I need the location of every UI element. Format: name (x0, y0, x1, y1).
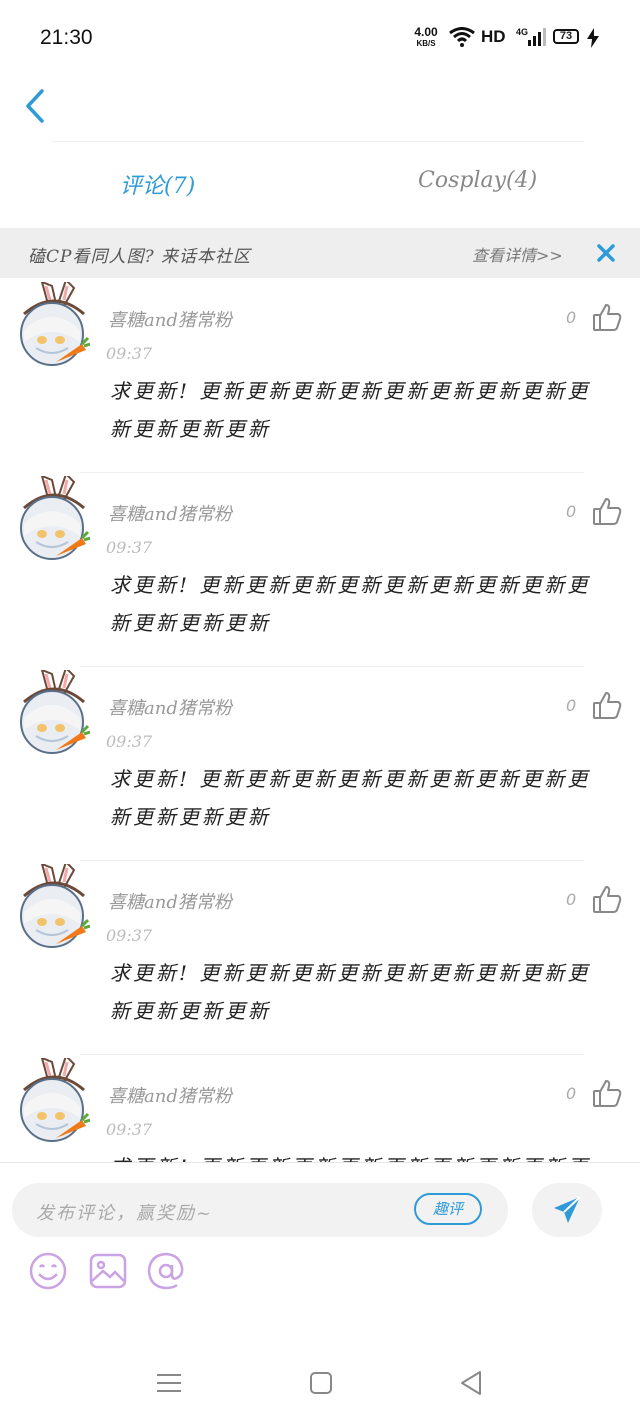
status-bar: 21:30 4.00 KB/S HD 4G 73 (0, 0, 640, 78)
image-icon (89, 1253, 127, 1289)
back-icon (26, 89, 44, 123)
banner-text: 磕CP看同人图? 来话本社区 (28, 247, 251, 267)
back-button[interactable] (22, 88, 50, 124)
thumbs-up-icon[interactable] (592, 690, 622, 720)
comment-text: 求更新! 更新更新更新更新更新更新更新更新更新更新更新更新 (110, 961, 591, 1023)
emoji-button[interactable] (28, 1251, 68, 1291)
battery-level: 73 (553, 29, 579, 44)
home-button[interactable] (306, 1368, 336, 1398)
like-count: 0 (566, 502, 577, 521)
close-icon (597, 244, 615, 262)
avatar[interactable] (18, 278, 91, 368)
avatar[interactable] (18, 472, 91, 562)
wifi-icon (449, 27, 475, 51)
like-count: 0 (566, 308, 577, 327)
network-speed: 4.00 KB/S (410, 25, 442, 49)
mention-button[interactable] (146, 1251, 186, 1291)
comment-input[interactable]: 发布评论，赢奖励~ 趣评 (12, 1183, 508, 1237)
comment-divider (80, 472, 584, 473)
thumbs-up-icon[interactable] (592, 302, 622, 332)
system-nav-bar (0, 1342, 640, 1422)
comment-item[interactable]: 喜糖and猪常粉 09:37 求更新! 更新更新更新更新更新更新更新更新更新更新… (0, 666, 640, 862)
comment-username[interactable]: 喜糖and猪常粉 (108, 694, 232, 720)
network-speed-value: 4.00 (414, 25, 438, 39)
thumbs-up-icon[interactable] (592, 496, 622, 526)
send-button[interactable] (532, 1183, 602, 1237)
image-button[interactable] (88, 1251, 128, 1291)
comment-item[interactable]: 喜糖and猪常粉 09:37 求更新! 更新更新更新更新更新更新更新更新更新更新… (0, 860, 640, 1056)
comment-time: 09:37 (106, 926, 153, 945)
comment-time: 09:37 (106, 538, 153, 557)
hd-label: HD (481, 27, 506, 46)
comment-input-placeholder: 发布评论，赢奖励~ (36, 1203, 214, 1224)
comment-divider (80, 1054, 584, 1055)
signal-icon: 4G (516, 26, 546, 52)
comment-text: 求更新! 更新更新更新更新更新更新更新更新更新更新更新更新 (110, 767, 591, 829)
tab-comments[interactable]: 评论(7) (120, 168, 195, 200)
system-back-button[interactable] (456, 1368, 486, 1398)
header-divider (52, 141, 584, 142)
tab-cosplay[interactable]: Cosplay(4) (418, 168, 537, 193)
comment-divider (80, 860, 584, 861)
comment-username[interactable]: 喜糖and猪常粉 (108, 306, 232, 332)
menu-icon (157, 1374, 181, 1392)
emoji-icon (29, 1252, 67, 1290)
home-icon (310, 1372, 332, 1394)
comment-text: 求更新! 更新更新更新更新更新更新更新更新更新更新更新更新 (110, 379, 591, 441)
nav-back-icon (461, 1371, 481, 1395)
comment-username[interactable]: 喜糖and猪常粉 (108, 888, 232, 914)
comment-composer: 发布评论，赢奖励~ 趣评 (0, 1162, 640, 1343)
banner-details-link[interactable]: 查看详情>> (472, 242, 563, 266)
thumbs-up-icon[interactable] (592, 1078, 622, 1108)
send-icon (554, 1196, 581, 1223)
status-time: 21:30 (40, 26, 93, 49)
comment-item[interactable]: 喜糖and猪常粉 09:37 求更新! 更新更新更新更新更新更新更新更新更新更新… (0, 472, 640, 668)
fun-comment-button[interactable]: 趣评 (414, 1193, 482, 1225)
comment-item[interactable]: 喜糖and猪常粉 09:37 求更新! 更新更新更新更新更新更新更新更新更新更新… (0, 278, 640, 474)
like-count: 0 (566, 1084, 577, 1103)
comment-username[interactable]: 喜糖and猪常粉 (108, 500, 232, 526)
avatar[interactable] (18, 1054, 91, 1144)
mention-icon (147, 1252, 184, 1290)
like-count: 0 (566, 696, 577, 715)
avatar[interactable] (18, 860, 91, 950)
recent-apps-button[interactable] (154, 1368, 184, 1398)
like-count: 0 (566, 890, 577, 909)
promo-banner[interactable]: 磕CP看同人图? 来话本社区 查看详情>> (0, 228, 640, 278)
banner-close-button[interactable] (596, 243, 616, 263)
charging-icon (587, 28, 599, 52)
comment-divider (80, 666, 584, 667)
comment-username[interactable]: 喜糖and猪常粉 (108, 1082, 232, 1108)
comment-time: 09:37 (106, 732, 153, 751)
avatar[interactable] (18, 666, 91, 756)
network-speed-unit: KB/S (416, 39, 436, 48)
network-type: 4G (516, 27, 528, 37)
comment-time: 09:37 (106, 344, 153, 363)
thumbs-up-icon[interactable] (592, 884, 622, 914)
comment-text: 求更新! 更新更新更新更新更新更新更新更新更新更新更新更新 (110, 573, 591, 635)
comment-time: 09:37 (106, 1120, 153, 1139)
